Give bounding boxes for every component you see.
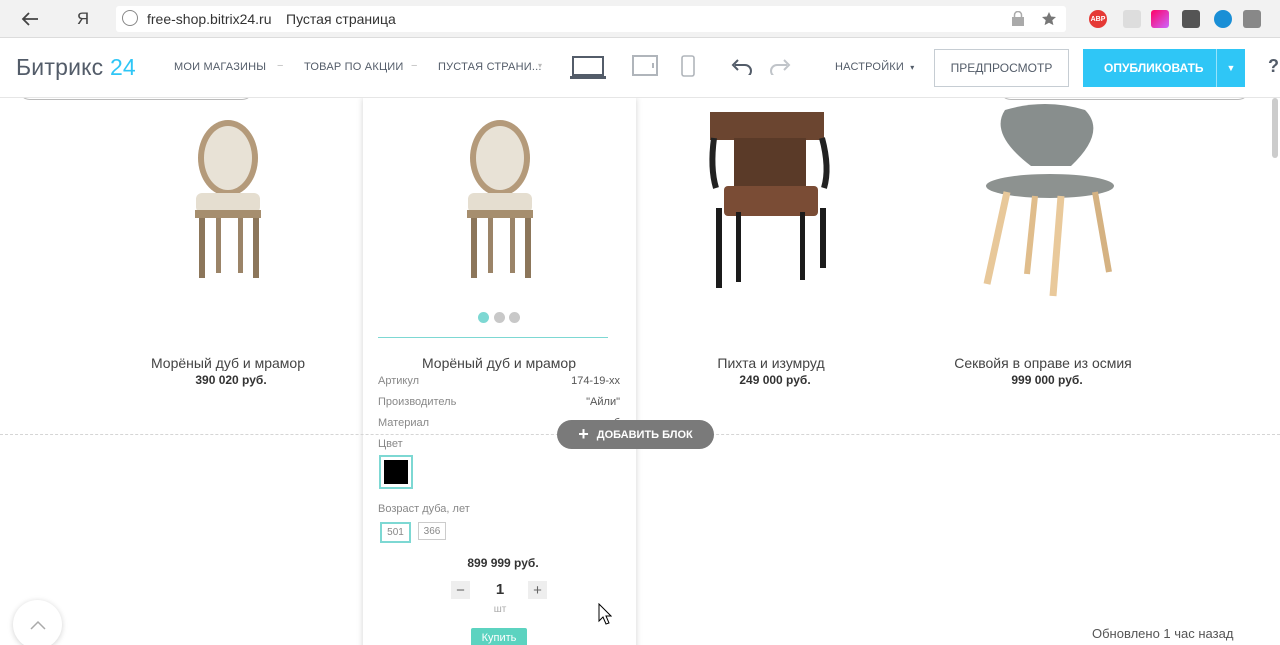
age-label: Возраст дуба, лет — [378, 503, 470, 515]
add-block-button[interactable]: + ДОБАВИТЬ БЛОК — [557, 420, 714, 449]
info-icon — [122, 10, 138, 26]
page-content: Морёный дуб и мрамор 390 020 руб. Морёны… — [0, 98, 1280, 645]
plus-icon: + — [578, 424, 589, 444]
help-icon[interactable]: ? — [1268, 56, 1279, 77]
age-option[interactable]: 366 — [418, 522, 446, 540]
product-name[interactable]: Секвойя в оправе из осмия — [918, 355, 1168, 371]
qty-unit: шт — [493, 604, 507, 615]
product-price: 390 020 руб. — [195, 373, 267, 387]
prop-value-manufacturer: "Айли" — [586, 396, 620, 408]
mouse-cursor-icon — [598, 603, 612, 625]
product-price: 999 000 руб. — [1011, 373, 1083, 387]
nav-separator: − — [277, 60, 284, 72]
nav-empty-page[interactable]: ПУСТАЯ СТРАНИ... — [438, 61, 542, 73]
back-arrow-icon[interactable] — [17, 6, 43, 32]
url-text: free-shop.bitrix24.ru — [147, 11, 272, 27]
divider — [378, 337, 608, 338]
yandex-icon[interactable]: Я — [70, 6, 96, 32]
chevron-down-icon[interactable]: ▾ — [538, 61, 542, 70]
qty-decrease-button[interactable]: − — [451, 581, 470, 599]
buy-button[interactable]: Купить — [471, 628, 527, 645]
product-price: 249 000 руб. — [739, 373, 811, 387]
tablet-view-icon[interactable] — [632, 55, 658, 77]
nav-my-shops[interactable]: МОИ МАГАЗИНЫ — [174, 61, 266, 73]
qty-increase-button[interactable]: + — [528, 581, 547, 599]
product-name[interactable]: Морёный дуб и мрамор — [374, 355, 624, 371]
chair-image-3[interactable] — [706, 108, 836, 290]
address-bar[interactable]: free-shop.bitrix24.ru Пустая страница — [116, 6, 1066, 32]
redo-icon[interactable] — [769, 59, 791, 75]
chevron-down-icon[interactable]: ▼ — [1216, 49, 1245, 87]
settings-menu[interactable]: НАСТРОЙКИ ▾ — [835, 61, 915, 73]
preview-button[interactable]: ПРЕДПРОСМОТР — [934, 49, 1069, 87]
gradient-extension-icon[interactable] — [1151, 10, 1169, 28]
qty-value[interactable]: 1 — [490, 581, 510, 598]
prop-label-manufacturer: Производитель — [378, 396, 457, 408]
slider-arrow-left[interactable] — [18, 98, 254, 100]
chair-image-2[interactable] — [455, 118, 545, 283]
chevron-up-icon — [29, 620, 46, 630]
pointer-extension-icon[interactable] — [1243, 10, 1261, 28]
publish-button[interactable]: ОПУБЛИКОВАТЬ ▼ — [1083, 49, 1245, 87]
prop-value-article: 174-19-xx — [571, 375, 620, 387]
bitrix-logo[interactable]: Битрикс 24 — [16, 54, 136, 81]
skype-extension-icon[interactable] — [1214, 10, 1232, 28]
scroll-up-button[interactable] — [13, 600, 62, 645]
nav-separator: − — [411, 60, 418, 72]
color-swatch-black[interactable] — [379, 455, 413, 489]
browser-toolbar: Я free-shop.bitrix24.ru Пустая страница … — [0, 0, 1280, 38]
updated-status: Обновлено 1 час назад — [1092, 626, 1234, 641]
lock-icon — [1012, 11, 1024, 26]
shield-extension-icon[interactable] — [1123, 10, 1141, 28]
adblock-icon[interactable]: ABP — [1089, 10, 1107, 28]
undo-icon[interactable] — [731, 59, 753, 75]
chair-image-1[interactable] — [183, 118, 273, 283]
desktop-view-icon[interactable] — [570, 56, 606, 80]
slider-arrow-right[interactable] — [999, 98, 1250, 100]
nav-sale-product[interactable]: ТОВАР ПО АКЦИИ — [304, 61, 404, 73]
gallery-dot[interactable] — [478, 312, 489, 323]
app-header: Битрикс 24 МОИ МАГАЗИНЫ − ТОВАР ПО АКЦИИ… — [0, 38, 1280, 98]
color-label: Цвет — [378, 438, 403, 450]
pin-extension-icon[interactable] — [1182, 10, 1200, 28]
gallery-dot[interactable] — [494, 312, 505, 323]
gallery-dot[interactable] — [509, 312, 520, 323]
prop-label-material: Материал — [378, 417, 429, 429]
page-title-text: Пустая страница — [286, 11, 396, 27]
scrollbar[interactable] — [1272, 98, 1278, 158]
star-icon[interactable] — [1041, 11, 1057, 27]
product-name[interactable]: Пихта и изумруд — [646, 355, 896, 371]
card-price: 899 999 руб. — [467, 556, 539, 570]
age-option[interactable]: 501 — [380, 522, 411, 543]
chevron-down-icon: ▾ — [910, 63, 915, 72]
product-name[interactable]: Морёный дуб и мрамор — [103, 355, 353, 371]
chair-image-4[interactable] — [983, 104, 1118, 300]
prop-label-article: Артикул — [378, 375, 420, 387]
mobile-view-icon[interactable] — [681, 55, 695, 77]
